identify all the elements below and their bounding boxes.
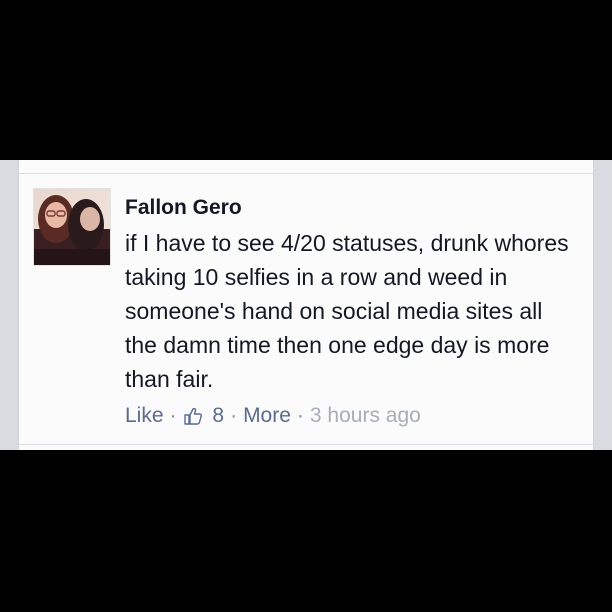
bottom-divider [19, 444, 593, 445]
author-name[interactable]: Fallon Gero [125, 196, 242, 220]
like-count-value: 8 [212, 404, 225, 427]
post-card: Fallon Gero if I have to see 4/20 status… [18, 160, 594, 450]
more-link[interactable]: More [243, 404, 291, 428]
post-frame: Fallon Gero if I have to see 4/20 status… [0, 160, 612, 450]
separator: · [169, 404, 177, 427]
thumbs-up-icon [183, 408, 202, 426]
post-actions: Like · 8 · More · 3 hours ago [125, 404, 421, 428]
separator: · [230, 404, 238, 427]
avatar[interactable] [33, 188, 111, 266]
top-divider [19, 173, 593, 174]
like-link[interactable]: Like [125, 404, 164, 428]
post-text: if I have to see 4/20 statuses, drunk wh… [125, 230, 569, 392]
timestamp[interactable]: 3 hours ago [310, 404, 421, 428]
avatar-photo [34, 189, 110, 265]
separator: · [296, 404, 304, 427]
like-count[interactable]: 8 [183, 404, 225, 428]
